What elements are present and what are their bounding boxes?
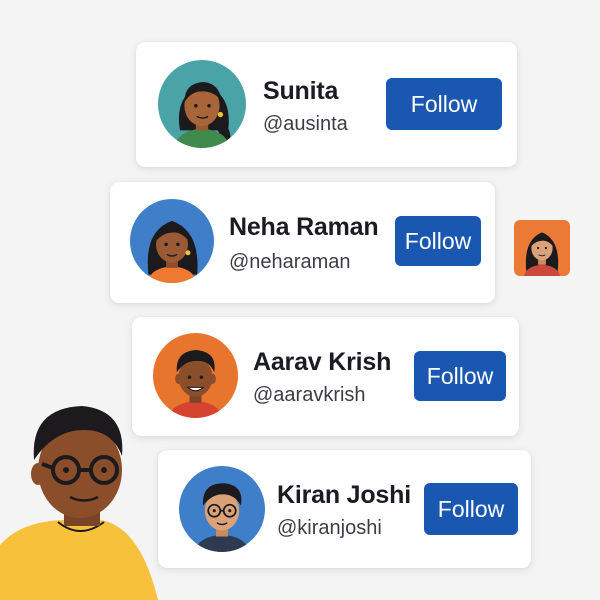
- user-name: Neha Raman: [229, 213, 379, 241]
- man-with-glasses-illustration-icon: [0, 406, 158, 600]
- suggestion-card: Neha Raman @neharaman Follow: [110, 182, 495, 303]
- user-handle: @neharaman: [229, 251, 351, 273]
- avatar[interactable]: [130, 199, 214, 283]
- woman-avatar-icon: [130, 199, 214, 283]
- suggestion-card: Aarav Krish @aaravkrish Follow: [132, 317, 519, 436]
- man-with-glasses-illustration: [0, 400, 170, 600]
- user-handle: @ausinta: [263, 113, 348, 135]
- suggestion-card: Sunita @ausinta Follow: [136, 42, 517, 167]
- follow-button[interactable]: Follow: [424, 483, 518, 535]
- user-handle: @kiranjoshi: [277, 517, 382, 539]
- woman-avatar-icon: [158, 60, 246, 148]
- user-handle: @aaravkrish: [253, 384, 366, 406]
- avatar[interactable]: [158, 60, 246, 148]
- avatar[interactable]: [179, 466, 265, 552]
- man-with-glasses-avatar-icon: [179, 466, 265, 552]
- follow-button[interactable]: Follow: [386, 78, 502, 130]
- user-name: Aarav Krish: [253, 348, 392, 376]
- follow-button[interactable]: Follow: [395, 216, 481, 266]
- user-name: Kiran Joshi: [277, 481, 411, 509]
- suggestion-card: Kiran Joshi @kiranjoshi Follow: [158, 450, 531, 568]
- avatar-thumbnail[interactable]: [514, 220, 570, 276]
- woman-avatar-thumbnail-icon: [514, 220, 570, 276]
- follow-button[interactable]: Follow: [414, 351, 506, 401]
- user-name: Sunita: [263, 77, 339, 105]
